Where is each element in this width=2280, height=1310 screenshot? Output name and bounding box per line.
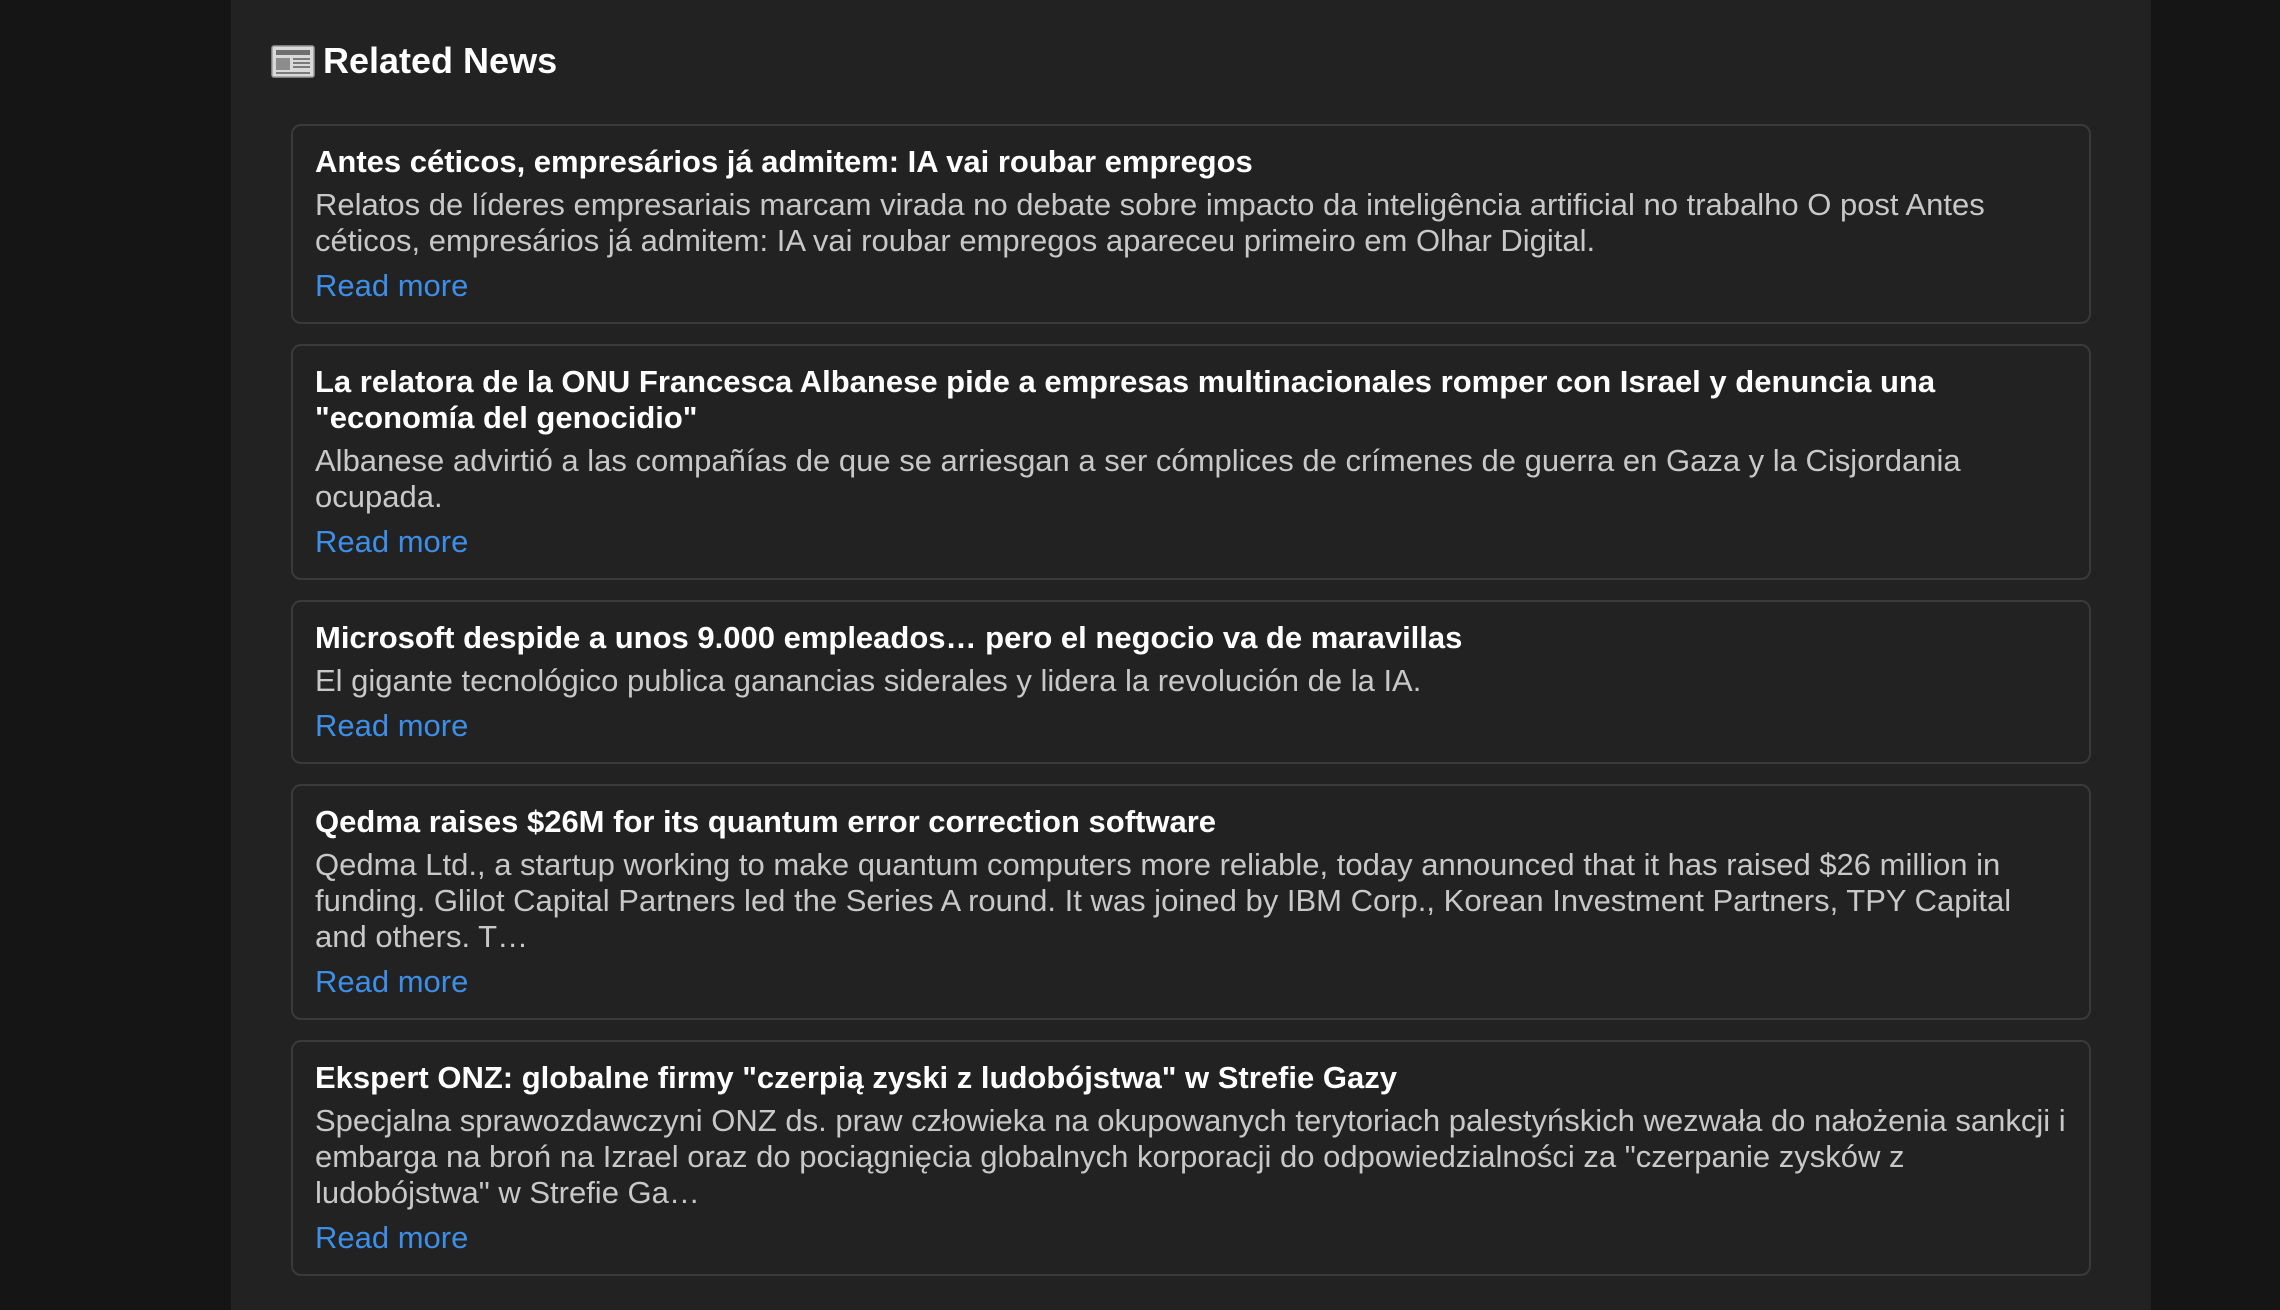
newspaper-icon bbox=[271, 43, 315, 79]
news-card: Qedma raises $26M for its quantum error … bbox=[291, 784, 2091, 1020]
news-title: Ekspert ONZ: globalne firmy "czerpią zys… bbox=[315, 1060, 1397, 1095]
section-heading: Related News bbox=[271, 36, 557, 86]
news-list: Antes céticos, empresários já admitem: I… bbox=[291, 124, 2091, 1296]
news-description: El gigante tecnológico publica ganancias… bbox=[315, 663, 1422, 698]
news-title: Microsoft despide a unos 9.000 empleados… bbox=[315, 620, 1463, 655]
read-more-link[interactable]: Read more bbox=[315, 706, 468, 746]
read-more-link[interactable]: Read more bbox=[315, 266, 468, 306]
news-card: Antes céticos, empresários já admitem: I… bbox=[291, 124, 2091, 324]
news-card: La relatora de la ONU Francesca Albanese… bbox=[291, 344, 2091, 580]
news-title: Antes céticos, empresários já admitem: I… bbox=[315, 144, 1253, 179]
news-title: Qedma raises $26M for its quantum error … bbox=[315, 804, 1216, 839]
news-description: Specjalna sprawozdawczyni ONZ ds. praw c… bbox=[315, 1103, 2066, 1210]
read-more-link[interactable]: Read more bbox=[315, 522, 468, 562]
read-more-link[interactable]: Read more bbox=[315, 1218, 468, 1258]
section-title: Related News bbox=[323, 40, 558, 81]
news-description: Qedma Ltd., a startup working to make qu… bbox=[315, 847, 2012, 954]
news-description: Relatos de líderes empresariais marcam v… bbox=[315, 187, 1985, 258]
read-more-link[interactable]: Read more bbox=[315, 962, 468, 1002]
news-card: Ekspert ONZ: globalne firmy "czerpią zys… bbox=[291, 1040, 2091, 1276]
related-news-panel: Related News Antes céticos, empresários … bbox=[231, 0, 2151, 1310]
news-card: Microsoft despide a unos 9.000 empleados… bbox=[291, 600, 2091, 764]
news-title: La relatora de la ONU Francesca Albanese… bbox=[315, 364, 1936, 435]
news-description: Albanese advirtió a las compañías de que… bbox=[315, 443, 1961, 514]
